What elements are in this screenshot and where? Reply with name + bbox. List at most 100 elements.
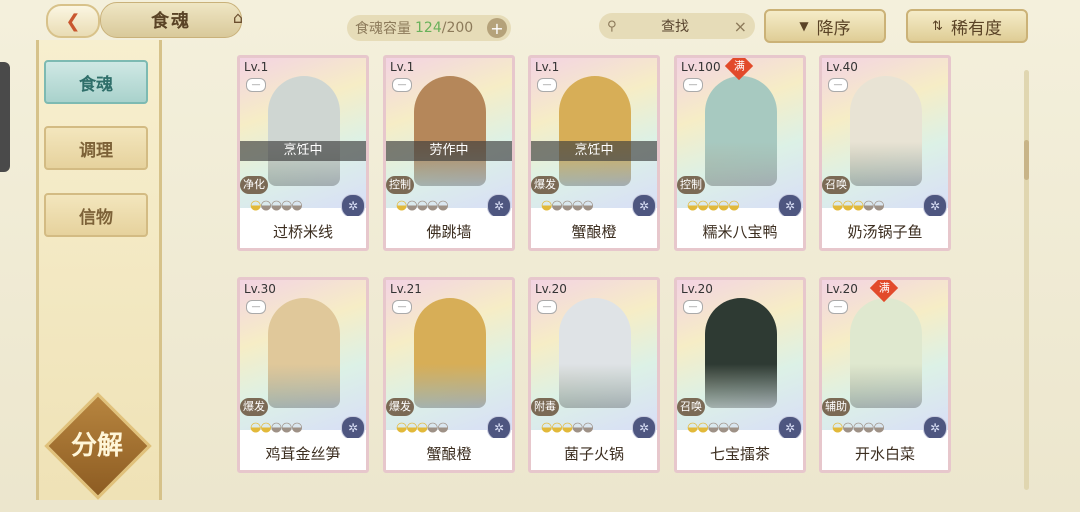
back-button[interactable]: ❮ bbox=[46, 4, 100, 38]
card-status: 烹饪中 bbox=[531, 141, 657, 161]
character-portrait bbox=[268, 298, 340, 408]
card-stars: ◒◒◒◒◒ bbox=[250, 420, 303, 435]
element-icon: ✲ bbox=[341, 416, 365, 440]
food-soul-card[interactable]: Lv.40— 召唤 ◒◒◒◒◒ ✲ 奶汤锅子鱼 bbox=[819, 55, 951, 251]
star-icon: ◒ bbox=[551, 198, 562, 213]
star-icon: ◒ bbox=[437, 420, 448, 435]
scrollbar-thumb[interactable] bbox=[1024, 140, 1029, 180]
sort-order-label: 降序 bbox=[816, 18, 851, 39]
card-status: 劳作中 bbox=[386, 141, 512, 161]
star-icon: ◒ bbox=[697, 420, 708, 435]
tab-food-soul[interactable]: 食魂 bbox=[44, 60, 148, 104]
lock-icon[interactable]: — bbox=[246, 78, 266, 92]
star-icon: ◒ bbox=[832, 420, 843, 435]
lock-icon[interactable]: — bbox=[828, 78, 848, 92]
lock-icon[interactable]: — bbox=[537, 300, 557, 314]
star-icon: ◒ bbox=[832, 198, 843, 213]
star-icon: ◒ bbox=[260, 420, 271, 435]
card-stars: ◒◒◒◒◒ bbox=[832, 420, 885, 435]
star-icon: ◒ bbox=[260, 198, 271, 213]
capacity-add-button[interactable]: + bbox=[487, 18, 507, 38]
card-stars: ◒◒◒◒◒ bbox=[541, 198, 594, 213]
star-icon: ◒ bbox=[406, 198, 417, 213]
card-level: Lv.1 bbox=[535, 60, 560, 74]
food-soul-card[interactable]: Lv.1— 劳作中 控制 ◒◒◒◒◒ ✲ 佛跳墙 bbox=[383, 55, 515, 251]
element-icon: ✲ bbox=[923, 416, 947, 440]
card-name: 鸡茸金丝笋 bbox=[240, 438, 366, 470]
lock-icon[interactable]: — bbox=[392, 78, 412, 92]
card-role-badge: 控制 bbox=[677, 176, 705, 194]
decompose-label[interactable]: 分解 bbox=[60, 425, 134, 462]
lock-icon[interactable]: — bbox=[392, 300, 412, 314]
star-icon: ◒ bbox=[281, 198, 292, 213]
card-stars: ◒◒◒◒◒ bbox=[250, 198, 303, 213]
lock-icon[interactable]: — bbox=[683, 78, 703, 92]
card-role-badge: 召唤 bbox=[677, 398, 705, 416]
card-name: 过桥米线 bbox=[240, 216, 366, 248]
element-icon: ✲ bbox=[632, 194, 656, 218]
card-status: 烹饪中 bbox=[240, 141, 366, 161]
element-icon: ✲ bbox=[341, 194, 365, 218]
star-icon: ◒ bbox=[842, 198, 853, 213]
sort-order-button[interactable]: ▼ 降序 bbox=[764, 9, 886, 43]
element-icon: ✲ bbox=[487, 416, 511, 440]
food-soul-card[interactable]: Lv.30— 爆发 ◒◒◒◒◒ ✲ 鸡茸金丝笋 bbox=[237, 277, 369, 473]
tab-token[interactable]: 信物 bbox=[44, 193, 148, 237]
scrollbar-track[interactable] bbox=[1024, 70, 1029, 490]
star-icon: ◒ bbox=[873, 198, 884, 213]
star-icon: ◒ bbox=[250, 420, 261, 435]
card-level: Lv.1 bbox=[390, 60, 415, 74]
star-icon: ◒ bbox=[687, 198, 698, 213]
sort-toggle-icon: ⇅ bbox=[932, 18, 943, 34]
food-soul-card[interactable]: Lv.21— 爆发 ◒◒◒◒◒ ✲ 蟹酿橙 bbox=[383, 277, 515, 473]
star-icon: ◒ bbox=[416, 420, 428, 435]
star-icon: ◒ bbox=[863, 420, 874, 435]
star-icon: ◒ bbox=[718, 420, 729, 435]
card-role-badge: 辅助 bbox=[822, 398, 850, 416]
character-portrait bbox=[559, 298, 631, 408]
page-title: 食魂 bbox=[100, 2, 242, 38]
star-icon: ◒ bbox=[687, 420, 698, 435]
star-icon: ◒ bbox=[852, 420, 864, 435]
character-portrait bbox=[268, 76, 340, 186]
food-soul-card[interactable]: Lv.20— 召唤 ◒◒◒◒◒ ✲ 七宝擂茶 bbox=[674, 277, 806, 473]
card-level: Lv.1 bbox=[244, 60, 269, 74]
lock-icon[interactable]: — bbox=[537, 78, 557, 92]
card-level: Lv.20 bbox=[535, 282, 567, 296]
character-portrait bbox=[705, 298, 777, 408]
home-icon[interactable]: ⌂ bbox=[226, 8, 250, 28]
food-soul-card[interactable]: Lv.1— 烹饪中 净化 ◒◒◒◒◒ ✲ 过桥米线 bbox=[237, 55, 369, 251]
star-icon: ◒ bbox=[250, 198, 261, 213]
food-soul-card[interactable]: Lv.100— 满控制 ◒◒◒◒◒ ✲ 糯米八宝鸭 bbox=[674, 55, 806, 251]
back-arrow-icon: ❮ bbox=[65, 10, 81, 32]
star-icon: ◒ bbox=[561, 420, 573, 435]
food-soul-card[interactable]: Lv.20— 满辅助 ◒◒◒◒◒ ✲ 开水白菜 bbox=[819, 277, 951, 473]
food-soul-card[interactable]: Lv.1— 烹饪中 爆发 ◒◒◒◒◒ ✲ 蟹酿橙 bbox=[528, 55, 660, 251]
search-field[interactable]: ⚲ 查找 × bbox=[599, 13, 755, 39]
star-icon: ◒ bbox=[707, 198, 719, 213]
card-level: Lv.100 bbox=[681, 60, 721, 74]
sort-rarity-button[interactable]: ⇅ 稀有度 bbox=[906, 9, 1028, 43]
sort-rarity-label: 稀有度 bbox=[950, 18, 1002, 39]
card-role-badge: 爆发 bbox=[386, 398, 414, 416]
card-level: Lv.20 bbox=[681, 282, 713, 296]
lock-icon[interactable]: — bbox=[828, 300, 848, 314]
star-icon: ◒ bbox=[572, 420, 583, 435]
lock-icon[interactable]: — bbox=[246, 300, 266, 314]
tab-seasoning[interactable]: 调理 bbox=[44, 126, 148, 170]
star-icon: ◒ bbox=[416, 198, 428, 213]
star-icon: ◒ bbox=[582, 198, 593, 213]
card-level: Lv.20 bbox=[826, 282, 858, 296]
capacity-label: 食魂容量 bbox=[355, 21, 411, 37]
clear-icon[interactable]: × bbox=[734, 17, 747, 36]
lock-icon[interactable]: — bbox=[683, 300, 703, 314]
card-name: 蟹酿橙 bbox=[531, 216, 657, 248]
star-icon: ◒ bbox=[718, 198, 729, 213]
character-portrait bbox=[705, 76, 777, 186]
side-handle[interactable] bbox=[0, 62, 10, 172]
card-name: 菌子火锅 bbox=[531, 438, 657, 470]
element-icon: ✲ bbox=[632, 416, 656, 440]
food-soul-card[interactable]: Lv.20— 附毒 ◒◒◒◒◒ ✲ 菌子火锅 bbox=[528, 277, 660, 473]
star-icon: ◒ bbox=[281, 420, 292, 435]
star-icon: ◒ bbox=[842, 420, 853, 435]
